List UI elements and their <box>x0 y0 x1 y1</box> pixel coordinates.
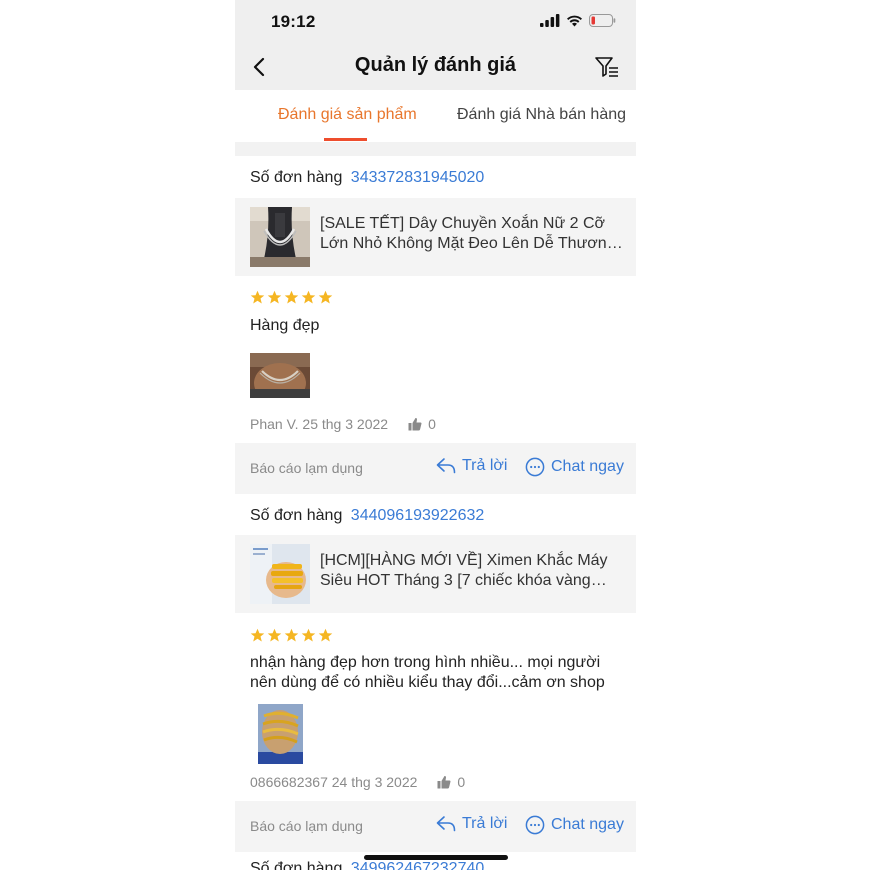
star-icon <box>250 628 265 642</box>
reviewer-name: 0866682367 <box>250 774 328 790</box>
reply-arrow-icon <box>436 816 456 832</box>
chat-now-button[interactable]: Chat ngay <box>525 815 624 835</box>
chat-label: Chat ngay <box>551 816 624 833</box>
product-thumbnail <box>250 207 310 267</box>
star-icon <box>267 290 282 304</box>
section-divider <box>235 142 636 156</box>
review-actions: Báo cáo lạm dụng Trả lời Chat ngay <box>235 801 636 852</box>
page-title: Quản lý đánh giá <box>354 54 517 76</box>
header-bar: Quản lý đánh giá <box>235 44 636 90</box>
product-card[interactable]: [HCM][HÀNG MỚI VỀ] Ximen Khắc Máy Siêu H… <box>235 535 636 613</box>
report-abuse-link[interactable]: Báo cáo lạm dụng <box>250 818 363 834</box>
active-tab-indicator <box>324 138 367 141</box>
star-icon <box>318 290 333 304</box>
product-card[interactable]: [SALE TẾT] Dây Chuyền Xoắn Nữ 2 Cỡ Lớn N… <box>235 198 636 276</box>
review-text: Hàng đẹp <box>250 317 320 334</box>
order-number-row: Số đơn hàng 349962467232740 <box>250 860 484 870</box>
review-meta: Phan V. 25 thg 3 2022 0 <box>250 416 436 432</box>
chat-label: Chat ngay <box>551 458 624 475</box>
order-number-row: Số đơn hàng 343372831945020 <box>250 169 484 187</box>
thumbs-up-icon <box>408 417 422 431</box>
chat-bubble-icon <box>525 457 545 477</box>
tab-product-reviews[interactable]: Đánh giá sản phẩm <box>278 106 417 124</box>
review-meta: 0866682367 24 thg 3 2022 0 <box>250 774 465 790</box>
reviewer-name: Phan V. <box>250 416 299 432</box>
star-icon <box>301 290 316 304</box>
star-icon <box>301 628 316 642</box>
review-photo[interactable] <box>250 353 310 398</box>
status-time: 19:12 <box>271 12 316 31</box>
phone-screen: 19:12 Quản lý đánh giá Đánh giá sản phẩm… <box>235 0 636 870</box>
review-date: 25 thg 3 2022 <box>302 416 389 432</box>
reply-button[interactable]: Trả lời <box>436 815 507 833</box>
order-number[interactable]: 349962467232740 <box>351 860 484 870</box>
order-number[interactable]: 344096193922632 <box>351 507 484 524</box>
cellular-signal-icon <box>540 14 560 27</box>
order-label: Số đơn hàng <box>250 860 343 870</box>
star-icon <box>267 628 282 642</box>
star-icon <box>250 290 265 304</box>
order-number[interactable]: 343372831945020 <box>351 169 484 186</box>
battery-low-icon <box>589 14 616 27</box>
reply-label: Trả lời <box>462 815 508 832</box>
home-indicator <box>364 855 508 860</box>
like-button[interactable]: 0 <box>408 416 436 432</box>
star-icon <box>284 290 299 304</box>
star-icon <box>284 628 299 642</box>
review-tabs: Đánh giá sản phẩm Đánh giá Nhà bán hàng <box>235 90 636 142</box>
chat-bubble-icon <box>525 815 545 835</box>
rating-stars <box>250 628 333 643</box>
review-actions: Báo cáo lạm dụng Trả lời Chat ngay <box>235 443 636 494</box>
rating-stars <box>250 290 333 305</box>
like-button[interactable]: 0 <box>437 774 465 790</box>
star-icon <box>318 628 333 642</box>
reply-button[interactable]: Trả lời <box>436 457 507 475</box>
filter-icon[interactable] <box>594 54 620 80</box>
product-name: [HCM][HÀNG MỚI VỀ] Ximen Khắc Máy Siêu H… <box>320 552 608 589</box>
status-icons <box>540 14 616 27</box>
like-count: 0 <box>428 416 436 432</box>
thumbs-up-icon <box>437 775 451 789</box>
review-text: nhận hàng đẹp hơn trong hình nhiều... mọ… <box>250 654 605 691</box>
reply-label: Trả lời <box>462 457 508 474</box>
product-thumbnail <box>250 544 310 604</box>
report-abuse-link[interactable]: Báo cáo lạm dụng <box>250 460 363 476</box>
order-label: Số đơn hàng <box>250 507 343 524</box>
chat-now-button[interactable]: Chat ngay <box>525 457 624 477</box>
like-count: 0 <box>457 774 466 790</box>
product-name: [SALE TẾT] Dây Chuyền Xoắn Nữ 2 Cỡ Lớn N… <box>320 215 616 252</box>
order-label: Số đơn hàng <box>250 169 343 186</box>
reply-arrow-icon <box>436 458 456 474</box>
status-bar: 19:12 <box>235 0 636 44</box>
wifi-icon <box>567 15 582 27</box>
review-photo[interactable] <box>258 704 303 764</box>
order-number-row: Số đơn hàng 344096193922632 <box>250 507 484 525</box>
tab-seller-reviews[interactable]: Đánh giá Nhà bán hàng <box>457 106 626 124</box>
review-date: 24 thg 3 2022 <box>331 774 418 790</box>
